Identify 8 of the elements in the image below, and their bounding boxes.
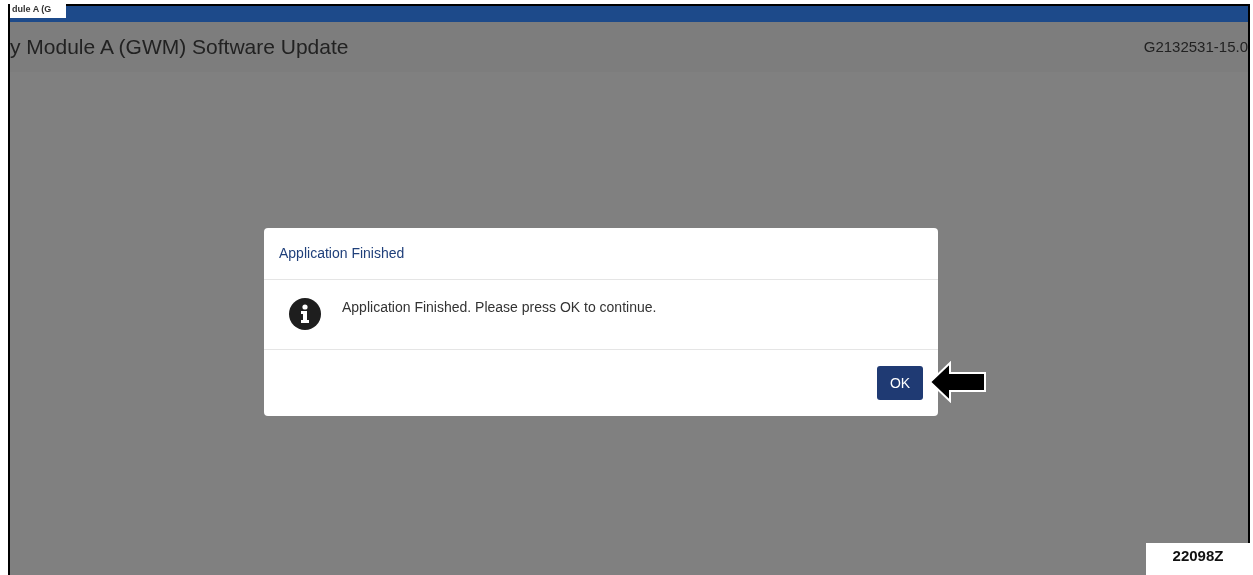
dialog-message: Application Finished. Please press OK to continue. bbox=[342, 298, 657, 317]
version-code: G2132531-15.0 bbox=[1143, 36, 1248, 57]
info-icon bbox=[288, 297, 322, 331]
page-title: y Module A (GWM) Software Update bbox=[10, 34, 349, 61]
figure-label: 22098Z bbox=[1146, 543, 1250, 575]
ok-button[interactable]: OK bbox=[877, 366, 923, 400]
dialog-title: Application Finished bbox=[279, 244, 405, 263]
browser-tab[interactable]: dule A (G bbox=[10, 2, 66, 18]
